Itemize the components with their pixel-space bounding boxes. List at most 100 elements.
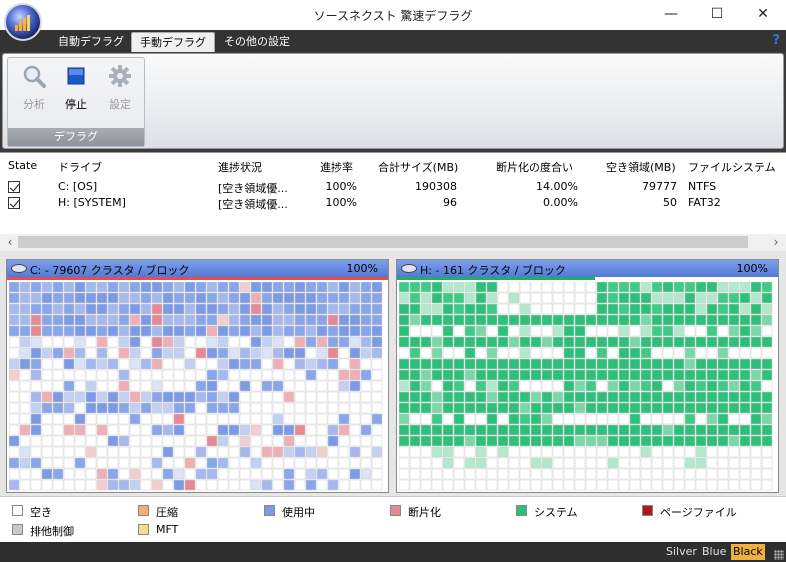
- cluster-block: [349, 402, 361, 414]
- skin-silver-button[interactable]: Silver: [664, 544, 699, 560]
- cluster-block: [409, 468, 421, 480]
- cluster-block: [409, 369, 421, 381]
- cluster-block: [508, 282, 520, 293]
- cluster-block: [206, 369, 218, 381]
- cluster-block: [96, 292, 108, 304]
- cluster-block: [316, 380, 328, 392]
- settings-button[interactable]: 設定: [98, 64, 142, 114]
- cluster-block: [717, 282, 729, 293]
- tab-other-settings[interactable]: その他の設定: [216, 32, 298, 52]
- cluster-block: [651, 358, 663, 370]
- cluster-block: [250, 292, 262, 304]
- cluster-block: [371, 369, 383, 381]
- cluster-block: [173, 369, 185, 381]
- cluster-block: [519, 282, 531, 293]
- horizontal-scrollbar[interactable]: ‹ ›: [0, 234, 786, 251]
- cluster-block: [662, 369, 674, 381]
- cluster-maps: C: - 79607 クラスタ / ブロック 100% H: - 161 クラス…: [0, 251, 786, 496]
- drive-row[interactable]: C: [OS] [空き領域優... 100% 190308 14.00% 797…: [0, 180, 786, 196]
- cluster-block: [574, 336, 586, 348]
- cluster-block: [96, 391, 108, 403]
- cluster-block: [195, 424, 207, 436]
- cluster-block: [728, 402, 740, 414]
- cluster-block: [30, 358, 42, 370]
- cluster-block: [442, 391, 454, 403]
- cluster-block: [129, 325, 141, 337]
- minimize-icon[interactable]: —: [648, 0, 694, 30]
- cluster-block: [486, 424, 498, 436]
- cluster-block: [217, 282, 229, 293]
- skin-black-button[interactable]: Black: [731, 544, 765, 560]
- cluster-block: [717, 292, 729, 304]
- cluster-block: [399, 424, 410, 436]
- cluster-block: [74, 435, 86, 447]
- scrollbar-thumb[interactable]: [18, 236, 748, 248]
- drive-checkbox[interactable]: [8, 181, 20, 193]
- app-logo-icon[interactable]: [4, 3, 42, 41]
- cluster-block: [662, 282, 674, 293]
- tab-auto-defrag[interactable]: 自動デフラグ: [50, 32, 132, 52]
- column-header-free-space[interactable]: 空き領域(MB): [606, 159, 676, 175]
- cluster-block: [486, 282, 498, 293]
- column-header-progress[interactable]: 進捗率: [320, 159, 353, 175]
- close-icon[interactable]: ✕: [740, 0, 786, 30]
- cluster-block: [475, 314, 487, 326]
- resize-grip-icon[interactable]: [774, 550, 784, 560]
- cluster-block: [327, 457, 339, 469]
- cluster-block: [250, 468, 262, 480]
- cluster-block: [574, 424, 586, 436]
- cluster-block: [475, 325, 487, 337]
- cluster-block: [399, 380, 410, 392]
- cluster-block: [453, 380, 465, 392]
- cluster-block: [96, 402, 108, 414]
- cluster-block: [486, 347, 498, 359]
- cluster-block: [618, 435, 630, 447]
- cluster-block: [695, 314, 707, 326]
- cluster-block: [442, 468, 454, 480]
- cluster-block: [349, 380, 361, 392]
- column-header-fragmentation[interactable]: 断片化の度合い: [496, 159, 573, 175]
- cluster-block: [662, 314, 674, 326]
- column-header-total-size[interactable]: 合計サイズ(MB): [378, 159, 458, 175]
- drive-checkbox[interactable]: [8, 197, 20, 209]
- cluster-block: [761, 435, 773, 447]
- scroll-right-icon[interactable]: ›: [768, 234, 784, 251]
- skin-blue-button[interactable]: Blue: [700, 544, 728, 560]
- cluster-block: [327, 446, 339, 458]
- help-icon[interactable]: ?: [772, 33, 780, 48]
- cluster-block: [30, 347, 42, 359]
- analyze-button[interactable]: 分析: [12, 64, 56, 114]
- cluster-block: [530, 358, 542, 370]
- cluster-block: [239, 369, 251, 381]
- cluster-block: [371, 457, 383, 469]
- cluster-block: [250, 479, 262, 491]
- cluster-block: [519, 402, 531, 414]
- cluster-block: [118, 391, 130, 403]
- column-header-state[interactable]: State: [8, 159, 37, 172]
- maximize-icon[interactable]: ☐: [694, 0, 740, 30]
- cluster-block: [96, 457, 108, 469]
- cluster-block: [349, 457, 361, 469]
- scroll-left-icon[interactable]: ‹: [2, 234, 18, 251]
- column-header-status[interactable]: 進捗状況: [218, 159, 262, 175]
- cluster-block: [173, 282, 185, 293]
- cluster-block: [508, 468, 520, 480]
- cluster-block: [761, 358, 773, 370]
- cluster-block: [640, 347, 652, 359]
- cluster-block: [673, 325, 685, 337]
- cluster-block: [585, 402, 597, 414]
- cluster-block: [618, 413, 630, 425]
- cluster-block: [662, 303, 674, 315]
- cluster-block: [409, 402, 421, 414]
- cluster-block: [52, 413, 64, 425]
- tab-manual-defrag[interactable]: 手動デフラグ: [131, 32, 215, 52]
- cluster-block: [96, 303, 108, 315]
- cluster-block: [228, 402, 240, 414]
- cluster-block: [151, 325, 163, 337]
- stop-button[interactable]: 停止: [54, 64, 98, 114]
- cluster-block: [453, 314, 465, 326]
- drive-row[interactable]: H: [SYSTEM] [空き領域優... 100% 96 0.00% 50 F…: [0, 196, 786, 212]
- cluster-block: [629, 391, 641, 403]
- column-header-drive[interactable]: ドライブ: [58, 159, 102, 175]
- column-header-filesystem[interactable]: ファイルシステム: [688, 159, 776, 175]
